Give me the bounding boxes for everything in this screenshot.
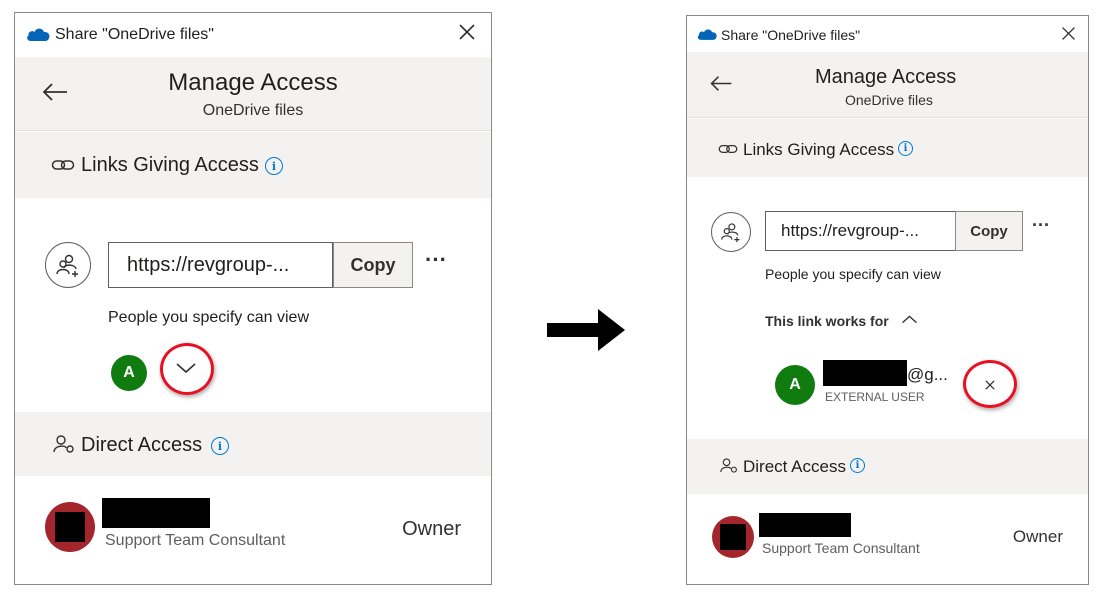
close-icon[interactable]: [457, 22, 477, 47]
person-gear-icon: [720, 457, 738, 479]
redacted-avatar-image: [55, 512, 85, 542]
remove-user-icon[interactable]: [984, 378, 996, 396]
links-giving-access-section: Links Giving Access i: [15, 132, 491, 198]
direct-access-section: Direct Access i: [687, 439, 1088, 494]
onedrive-cloud-icon: [696, 27, 718, 46]
redacted-name: [102, 498, 210, 528]
link-icon: [51, 158, 75, 177]
person-gear-icon: [53, 434, 75, 459]
user-type: EXTERNAL USER: [825, 390, 925, 404]
title-bar: Share "OneDrive files": [687, 16, 1088, 52]
info-icon[interactable]: i: [898, 141, 913, 156]
link-works-for-label: This link works for: [765, 313, 889, 329]
info-icon[interactable]: i: [265, 157, 283, 175]
owner-avatar: [712, 516, 754, 558]
links-giving-access-section: Links Giving Access i: [687, 119, 1088, 177]
close-icon[interactable]: [1060, 25, 1077, 47]
link-url-field[interactable]: https://revgroup-...: [108, 242, 333, 288]
person-role: Support Team Consultant: [762, 540, 920, 556]
arrow-right-icon: [546, 305, 626, 360]
chevron-down-icon[interactable]: [175, 361, 197, 380]
link-url-field[interactable]: https://revgroup-...: [765, 211, 956, 251]
copy-button[interactable]: Copy: [955, 211, 1023, 251]
direct-access-heading: Direct Access: [81, 434, 203, 456]
window-title: Share "OneDrive files": [721, 27, 861, 43]
share-dialog-before: Share "OneDrive files" Manage Access One…: [14, 12, 492, 585]
links-heading: Links Giving Access: [743, 140, 895, 159]
owner-permission[interactable]: Owner: [1013, 527, 1063, 547]
onedrive-cloud-icon: [25, 26, 51, 47]
info-icon[interactable]: i: [850, 458, 865, 473]
redacted-name: [759, 513, 851, 537]
title-bar: Share "OneDrive files": [15, 13, 491, 57]
more-options-icon[interactable]: ···: [425, 247, 447, 273]
permission-text: People you specify can view: [108, 309, 309, 326]
direct-access-section: Direct Access i: [15, 412, 491, 476]
page-subtitle: OneDrive files: [202, 102, 304, 119]
links-heading: Links Giving Access: [81, 154, 259, 176]
link-icon: [718, 142, 738, 160]
redacted-email: [823, 360, 907, 386]
copy-button[interactable]: Copy: [333, 242, 413, 288]
page-title: Manage Access: [815, 66, 957, 88]
window-title: Share "OneDrive files": [55, 26, 214, 43]
direct-access-heading: Direct Access: [743, 457, 846, 476]
owner-permission[interactable]: Owner: [402, 518, 461, 541]
owner-avatar: [45, 502, 95, 552]
back-arrow-icon[interactable]: [709, 74, 733, 98]
manage-access-header: Manage Access OneDrive files: [15, 57, 491, 131]
avatar: A: [111, 355, 147, 391]
specific-people-icon: [711, 212, 751, 252]
page-title: Manage Access: [168, 69, 338, 96]
user-email-suffix: @g...: [907, 365, 948, 384]
manage-access-header: Manage Access OneDrive files: [687, 52, 1088, 118]
more-options-icon[interactable]: ···: [1032, 215, 1050, 236]
page-subtitle: OneDrive files: [845, 92, 933, 108]
redacted-avatar-image: [720, 524, 746, 550]
specific-people-icon: [45, 242, 91, 288]
person-role: Support Team Consultant: [105, 532, 286, 549]
chevron-up-icon[interactable]: [901, 312, 918, 330]
permission-text: People you specify can view: [765, 266, 941, 282]
share-dialog-after: Share "OneDrive files" Manage Access One…: [686, 15, 1089, 585]
avatar: A: [775, 365, 815, 405]
info-icon[interactable]: i: [211, 437, 229, 455]
